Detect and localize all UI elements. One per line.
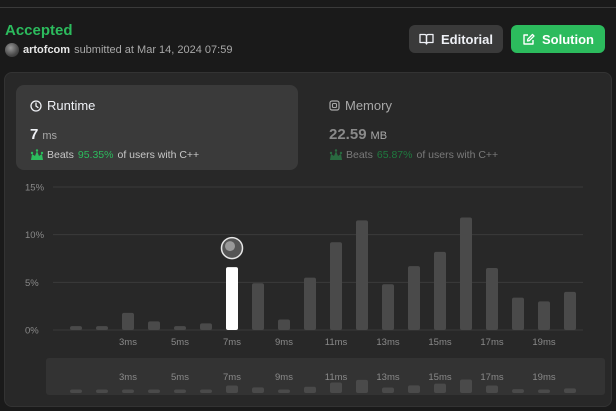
chart-bar[interactable] <box>252 283 264 330</box>
navigator-bar <box>304 386 316 393</box>
navigator-bar <box>226 385 238 393</box>
navigator-tick-label: 3ms <box>119 372 137 383</box>
selected-bar[interactable] <box>226 267 238 330</box>
chart-bar[interactable] <box>512 297 524 330</box>
chart-bar[interactable] <box>434 251 446 330</box>
solution-label: Solution <box>542 31 594 47</box>
navigator-bar <box>330 382 342 393</box>
y-tick-label: 15% <box>25 183 45 194</box>
navigator-bar <box>382 387 394 393</box>
navigator-bar <box>538 389 550 393</box>
submission-status: Accepted <box>5 22 73 39</box>
chart-bar[interactable] <box>330 242 342 330</box>
navigator-bar <box>174 389 186 393</box>
username-link[interactable]: artofcom <box>23 44 70 56</box>
user-avatar[interactable] <box>5 43 19 57</box>
performance-panel: Runtime 7 ms Beats 95.35% of users with C… <box>4 72 612 407</box>
x-tick-label: 3ms <box>119 337 137 348</box>
chart-bar[interactable] <box>356 220 368 330</box>
navigator-bar <box>278 389 290 393</box>
edit-icon <box>523 33 535 45</box>
navigator-tick-label: 19ms <box>532 372 555 383</box>
chart-bar[interactable] <box>564 291 576 330</box>
y-tick-label: 0% <box>25 326 39 337</box>
navigator-bar <box>200 389 212 393</box>
navigator-bar <box>122 389 134 393</box>
chart-bar[interactable] <box>304 277 316 330</box>
editorial-button[interactable]: Editorial <box>409 25 503 53</box>
chart-bar[interactable] <box>460 217 472 330</box>
chart-bar[interactable] <box>538 301 550 330</box>
chart-bar[interactable] <box>122 312 134 330</box>
chart-bar[interactable] <box>148 321 160 330</box>
submitted-time: submitted at Mar 14, 2024 07:59 <box>74 44 233 56</box>
chart-bar[interactable] <box>278 319 290 330</box>
submission-info: artofcom submitted at Mar 14, 2024 07:59 <box>5 43 232 57</box>
chart-bar[interactable] <box>200 323 212 330</box>
chart-bar[interactable] <box>174 326 186 330</box>
navigator-bar <box>486 385 498 393</box>
navigator-tick-label: 13ms <box>376 372 399 383</box>
x-tick-label: 5ms <box>171 337 189 348</box>
navigator-bar <box>356 379 368 393</box>
y-tick-label: 10% <box>25 230 45 241</box>
avatar-highlight <box>225 241 235 252</box>
x-tick-label: 9ms <box>275 337 293 348</box>
book-icon <box>419 33 434 45</box>
top-divider <box>0 7 616 8</box>
y-tick-label: 5% <box>25 278 39 289</box>
x-tick-label: 19ms <box>532 337 555 348</box>
navigator-bar <box>96 389 108 393</box>
x-tick-label: 7ms <box>223 337 241 348</box>
navigator-tick-label: 5ms <box>171 372 189 383</box>
chart-bar[interactable] <box>70 326 82 330</box>
solution-button[interactable]: Solution <box>511 25 605 53</box>
x-tick-label: 17ms <box>480 337 503 348</box>
navigator-tick-label: 7ms <box>223 372 241 383</box>
x-tick-label: 13ms <box>376 337 399 348</box>
navigator-bar <box>512 389 524 393</box>
navigator-tick-label: 11ms <box>325 372 348 383</box>
x-tick-label: 11ms <box>325 337 348 348</box>
editorial-label: Editorial <box>440 31 493 47</box>
chart-bar[interactable] <box>382 284 394 330</box>
navigator-tick-label: 17ms <box>480 372 503 383</box>
navigator-bar <box>148 389 160 393</box>
navigator-tick-label: 15ms <box>428 372 451 383</box>
navigator-bar <box>564 388 576 393</box>
navigator-tick-label: 9ms <box>275 372 293 383</box>
chart-bar[interactable] <box>96 326 108 330</box>
runtime-distribution-chart: 15% 10% 5% 0% 3ms 5ms 7ms 9ms 11ms 13ms 15ms 17ms 19… <box>25 183 605 395</box>
x-tick-label: 15ms <box>428 337 451 348</box>
navigator-bar <box>434 383 446 393</box>
navigator-bar <box>408 385 420 393</box>
chart-bar[interactable] <box>408 266 420 330</box>
navigator-bar <box>252 387 264 393</box>
chart-bar[interactable] <box>486 268 498 330</box>
navigator-bar <box>70 389 82 393</box>
navigator-bar <box>460 379 472 393</box>
